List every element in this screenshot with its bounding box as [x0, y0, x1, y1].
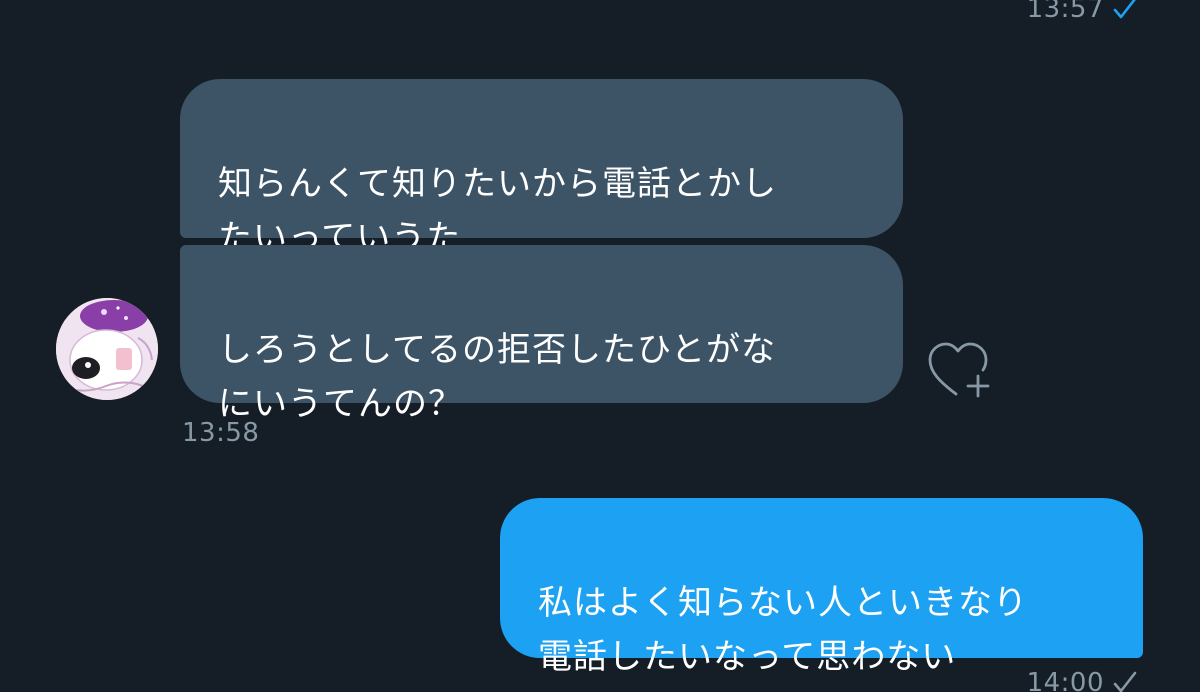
- message-timestamp-received: 13:58: [182, 418, 259, 448]
- avatar-image: [56, 298, 158, 400]
- timestamp-text: 13:57: [1026, 0, 1104, 24]
- dm-conversation: 13:57 知らんくて知りたいから電話とかし たいっていうた しろうとしてるの拒…: [0, 0, 1200, 692]
- incoming-message-bubble[interactable]: 知らんくて知りたいから電話とかし たいっていうた: [180, 79, 903, 258]
- heart-plus-icon[interactable]: [926, 338, 996, 400]
- message-timestamp-sent: 14:00: [1027, 668, 1138, 692]
- timestamp-text: 13:58: [182, 418, 260, 448]
- checkmark-icon: [1112, 670, 1138, 692]
- timestamp-text: 14:00: [1026, 668, 1104, 692]
- message-text: 知らんくて知りたいから電話とかし たいっていうた: [218, 164, 777, 258]
- incoming-message-bubble[interactable]: しろうとしてるの拒否したひとがな にいうてんの？: [180, 245, 903, 424]
- message-text: 私はよく知らない人といきなり 電話したいなって思わない: [538, 583, 1028, 677]
- avatar[interactable]: [56, 298, 158, 400]
- checkmark-icon: [1112, 0, 1138, 22]
- outgoing-message-bubble[interactable]: 私はよく知らない人といきなり 電話したいなって思わない: [500, 498, 1143, 677]
- message-timestamp-sent: 13:57: [1027, 0, 1138, 24]
- message-text: しろうとしてるの拒否したひとがな にいうてんの？: [218, 330, 776, 424]
